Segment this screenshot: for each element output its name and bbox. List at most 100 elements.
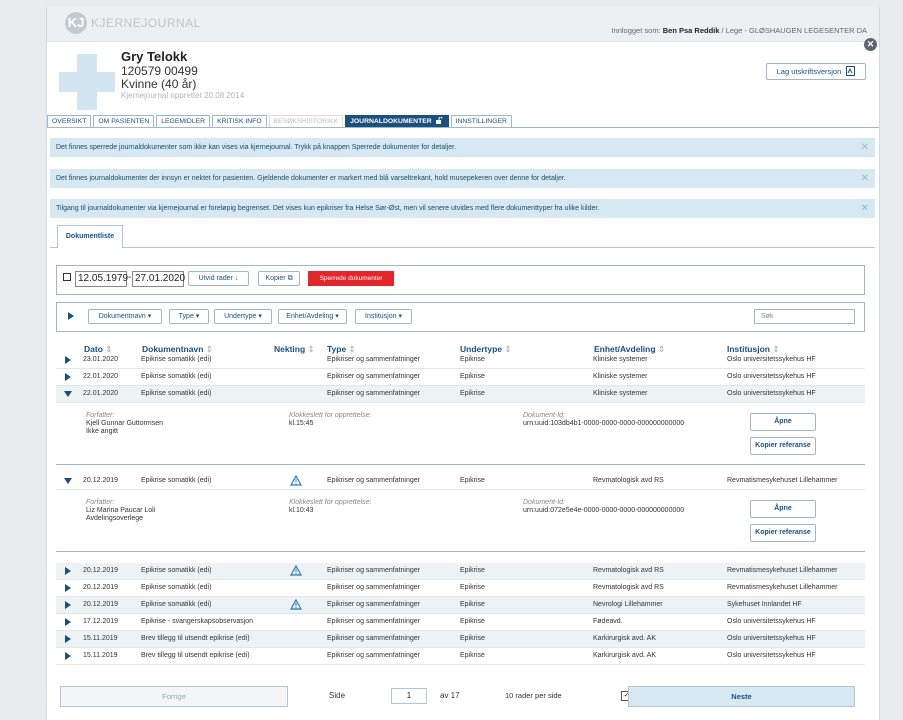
top-bar: KJ KJERNEJOURNAL Innlogget som: Ben Psa …	[47, 7, 879, 42]
copy-button[interactable]: Kopier ⧉	[258, 271, 300, 286]
open-document-button[interactable]: Åpne	[750, 413, 816, 431]
cell-inst: Revmatismesykehuset Lillehammer	[727, 477, 838, 484]
patient-gender-age: Kvinne (40 år)	[121, 77, 197, 91]
doc-id: urn:uuid:072e5e4e-0000-0000-0000-0000000…	[523, 507, 685, 514]
cell-inst: Oslo universitetssykehus HF	[727, 652, 816, 659]
close-icon[interactable]: ✕	[864, 38, 877, 51]
cell-date: 15.11.2019	[83, 652, 118, 659]
blocked-documents-button[interactable]: Sperrede dokumenter	[308, 271, 394, 286]
cell-type: Epikriser og sammenfatninger	[327, 356, 420, 363]
warning-icon[interactable]	[290, 599, 302, 610]
collapse-row-icon[interactable]	[64, 478, 72, 484]
table-row[interactable]: 15.11.2019 Brev tillegg til utsendt epikr…	[56, 648, 865, 665]
print-version-button[interactable]: Lag utskriftsversjon	[766, 63, 866, 80]
cell-sub: Epikrise	[460, 390, 485, 397]
cell-unit: Revmatologisk avd RS	[593, 567, 664, 574]
cell-date: 23.01.2020	[83, 356, 119, 363]
cell-inst: Oslo universitetssykehus HF	[727, 373, 816, 380]
expand-row-icon[interactable]	[65, 635, 71, 643]
calendar-icon[interactable]	[63, 273, 71, 281]
expand-row-icon[interactable]	[65, 584, 71, 592]
table-row[interactable]: 20.12.2019 Epikrise somatikk (edi) Epikris…	[56, 597, 865, 614]
copy-icon: ⧉	[287, 275, 293, 282]
cell-date: 20.12.2019	[83, 601, 119, 608]
expand-row-icon[interactable]	[65, 373, 71, 381]
cell-type: Epikriser og sammenfatninger	[327, 635, 420, 642]
cell-sub: Epikrise	[460, 567, 485, 574]
cell-sub: Epikrise	[460, 635, 485, 642]
patient-name: Gry Telokk	[121, 49, 188, 64]
cell-name: Epikrise somatikk (edi)	[141, 601, 212, 608]
previous-page-button[interactable]: Forrige	[60, 686, 288, 707]
table-row[interactable]: 22.01.2020 Epikrise somatikk (edi) Epikris…	[56, 369, 865, 386]
cell-type: Epikriser og sammenfatninger	[327, 618, 420, 625]
filter-institusjon[interactable]: Institusjon ▾	[355, 309, 412, 324]
doc-id-label: Dokument-Id:	[523, 499, 566, 506]
filter-type[interactable]: Type ▾	[169, 309, 209, 324]
rows-per-page-select[interactable]: 10 rader per side	[505, 691, 562, 700]
cell-date: 20.12.2019	[83, 477, 119, 484]
table-row[interactable]: 23.01.2020 Epikrise somatikk (edi) Epikris…	[56, 352, 865, 369]
banner-close-icon[interactable]: ✕	[861, 138, 869, 157]
cell-sub: Epikrise	[460, 356, 485, 363]
expand-row-icon[interactable]	[65, 356, 71, 364]
cell-type: Epikriser og sammenfatninger	[327, 567, 420, 574]
cell-name: Epikrise somatikk (edi)	[141, 584, 212, 591]
cell-type: Epikriser og sammenfatninger	[327, 373, 420, 380]
search-input[interactable]: Søk	[754, 309, 855, 324]
next-page-button[interactable]: Neste	[628, 686, 855, 707]
unlock-icon	[435, 116, 443, 124]
filter-enhet-avdeling[interactable]: Enhet/Avdeling ▾	[278, 309, 347, 324]
table-row[interactable]: 20.12.2019 Epikrise somatikk (edi) Epikris…	[56, 473, 865, 490]
cell-inst: Oslo universitetssykehus HF	[727, 390, 816, 397]
copy-reference-button[interactable]: Kopier referanse	[750, 524, 816, 542]
expand-filters-icon[interactable]	[68, 312, 74, 320]
author-label: Forfatter:	[86, 499, 115, 506]
logo-icon: KJ	[65, 12, 87, 34]
patient-id: 120579 00499	[121, 64, 198, 78]
expand-row-icon[interactable]	[65, 652, 71, 660]
medical-cross-icon	[59, 54, 115, 110]
banner-access-denied: Det finnes journaldokumenter der innsyn …	[50, 169, 875, 188]
open-document-button[interactable]: Åpne	[750, 500, 816, 518]
logo-text: KJERNEJOURNAL	[91, 16, 201, 30]
copy-reference-button[interactable]: Kopier referanse	[750, 437, 816, 455]
expand-rows-button[interactable]: Utvid rader ↓	[188, 271, 249, 286]
cell-name: Epikrise somatikk (edi)	[141, 477, 212, 484]
table-row[interactable]: 20.12.2019 Epikrise somatikk (edi) Epikris…	[56, 563, 865, 580]
table-row[interactable]: 20.12.2019 Epikrise somatikk (edi) Epikris…	[56, 580, 865, 597]
cell-unit: Fødeavd.	[593, 618, 623, 625]
warning-icon[interactable]	[290, 565, 302, 576]
filter-undertype[interactable]: Undertype ▾	[214, 309, 272, 324]
cell-unit: Karkirurgisk avd. AK	[593, 635, 657, 642]
cell-type: Epikriser og sammenfatninger	[327, 390, 420, 397]
created-time: kl.10:43	[289, 507, 314, 514]
cell-inst: Oslo universitetssykehus HF	[727, 635, 816, 642]
cell-sub: Epikrise	[460, 477, 485, 484]
cell-type: Epikriser og sammenfatninger	[327, 652, 420, 659]
banner-close-icon[interactable]: ✕	[861, 199, 869, 218]
table-row[interactable]: 15.11.2019 Brev tillegg til utsendt epikr…	[56, 631, 865, 648]
banner-blocked-docs: Det finnes sperrede journaldokumenter so…	[50, 138, 875, 157]
expand-row-icon[interactable]	[65, 567, 71, 575]
warning-icon[interactable]	[290, 475, 302, 486]
cell-type: Epikriser og sammenfatninger	[327, 584, 420, 591]
pdf-icon	[846, 66, 856, 76]
cell-sub: Epikrise	[460, 601, 485, 608]
tab-underline	[47, 127, 879, 128]
filter-dokumentnavn[interactable]: Dokumentnavn ▾	[88, 309, 162, 324]
page-number-input[interactable]: 1	[391, 688, 427, 704]
login-info: Innlogget som: Ben Psa Reddik / Lege - G…	[611, 26, 867, 35]
collapse-row-icon[interactable]	[64, 391, 72, 397]
to-date-input[interactable]: 27.01.2020	[132, 271, 185, 287]
expand-row-icon[interactable]	[65, 601, 71, 609]
table-row[interactable]: 22.01.2020 Epikrise somatikk (edi) Epikris…	[56, 386, 865, 403]
cell-name: Epikrise somatikk (edi)	[141, 390, 212, 397]
tab-dokumentliste[interactable]: Dokumentliste	[57, 225, 123, 248]
time-label: Klokkeslett for opprettelse:	[289, 499, 372, 506]
table-row[interactable]: 17.12.2019 Epikrise - svangerskapsobserva…	[56, 614, 865, 631]
from-date-input[interactable]: 12.05.1979	[75, 271, 128, 287]
cell-name: Brev tillegg til utsendt epikrise (edi)	[141, 635, 250, 642]
banner-close-icon[interactable]: ✕	[861, 169, 869, 188]
expand-row-icon[interactable]	[65, 618, 71, 626]
